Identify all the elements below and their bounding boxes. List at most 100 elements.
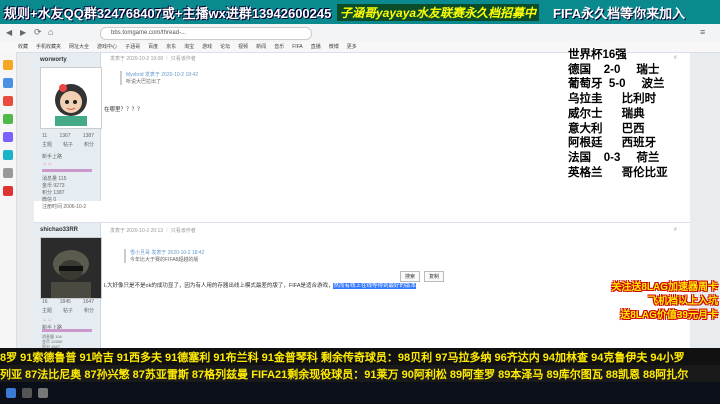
notes-icon[interactable] [3,132,13,142]
bookmark-item[interactable]: 游戏 [202,42,212,52]
stat-points[interactable]: 1647 [83,299,94,305]
stat-label: 帖子 [62,308,73,314]
rank-bar [42,169,92,172]
download-icon[interactable] [3,114,13,124]
bookmark-item[interactable]: 子涵哥 [125,42,140,52]
banner-join-text: FIFA永久档等你来加入 [553,6,686,21]
worldcup-score-panel: 世界杯16强 德国 2-0 瑞士 葡萄牙 5-0 波兰 乌拉圭 比利时 威尔士 … [568,48,720,180]
bookmark-item[interactable]: 新闻 [256,42,266,52]
detail-row: 积分 1387 [42,190,65,196]
detail-row: 微信 0 [42,197,57,203]
banner-league-recruit: 子涵哥yayaya水友联赛永久档招募中 [337,4,540,21]
user-stats-labels: 主题 帖子 积分 [42,307,94,314]
stat-label: 积分 [83,308,94,314]
taskbar [0,382,720,404]
promo-line: 飞机档以上入坑 [648,296,718,307]
score-line: 意大利 巴西 [568,122,645,135]
mail-icon[interactable] [3,150,13,160]
bookmark-item[interactable]: 视频 [238,42,248,52]
address-bar[interactable]: bbs.tomgame.com/thread-... [100,27,312,40]
start-icon[interactable] [6,388,16,398]
ticker-text: 8罗 91索德鲁普 91哈吉 91西多夫 91德塞利 91布兰科 91金普琴科 … [0,352,685,364]
current-player-ticker: 列亚 87法比尼奥 87孙兴慜 87苏亚雷斯 87格列兹曼 FIFA21剩余现役… [0,365,720,382]
bookmark-item[interactable]: 音乐 [274,42,284,52]
refresh-icon[interactable]: ⟳ [34,27,42,38]
bookmark-item[interactable]: 淘宝 [184,42,194,52]
username[interactable]: worworty [40,57,67,63]
score-line: 法国 0-3 荷兰 [568,151,660,164]
score-line: 英格兰 哥伦比亚 [568,166,668,179]
back-icon[interactable]: ◀ [6,28,12,37]
user-rank: 新手上路 [42,154,63,160]
quote-text: 听说大巴拉出了 [126,79,162,85]
post-floor: # [674,227,677,233]
bookmark-item[interactable]: 百度 [148,42,158,52]
bookmark-item[interactable]: 直播 [311,42,321,52]
stat-label: 主题 [42,142,53,148]
menu-icon[interactable]: ≡ [700,27,705,37]
video-icon[interactable] [3,96,13,106]
score-line: 德国 2-0 瑞士 [568,63,660,76]
taskbar-app-icon[interactable] [38,388,48,398]
bookmark-item[interactable]: 更多 [347,42,357,52]
user-stats-values: 11 1367 1387 [42,133,94,139]
bookmark-item[interactable]: 微博 [329,42,339,52]
bookmark-item[interactable]: 收藏 [18,42,28,52]
user-details: 消息量 115 金币 9273 积分 1387 微信 0 注册时间 2006-1… [42,176,86,211]
home-icon[interactable]: ⌂ [48,27,53,37]
quote-block: Myvbrid 发表于 2020-10-2 18:42 听说大巴拉出了 [120,71,198,85]
user-details: 消息量 104 金币 12300 积分 1647 [42,334,62,349]
post-content: 在哪里？？？？ [104,107,143,113]
score-line: 阿根廷 西班牙 [568,137,657,150]
quote-block: 雪小旦哥 发表于 2020-10-2 18:42 今年比大于赛的FIFA8超越的… [124,249,204,263]
stat-posts[interactable]: 1367 [59,133,70,139]
stat-topics[interactable]: 11 [42,133,47,139]
bookmark-item[interactable]: FIFA [292,42,303,52]
rank-stars: ☺☺ [42,317,53,323]
banner-group-info: 规则+水友QQ群324768407或+主播wx进群13942600245 [4,6,332,21]
selected-text[interactable]: 然而有线上在线等得到最好的版本 [333,283,416,289]
browser-toolbar: ◀ ▶ ⟳ ⌂ bbs.tomgame.com/thread-... ≡ [0,24,720,43]
stat-topics[interactable]: 16 [42,299,48,305]
history-icon[interactable] [3,78,13,88]
avatar[interactable] [40,67,102,129]
bookmark-item[interactable]: 京东 [166,42,176,52]
bookmark-item[interactable]: 网址大全 [69,42,89,52]
weibo-icon[interactable] [3,186,13,196]
promo-line: 关注送8LAG加速器周卡 [611,282,718,293]
quote-meta[interactable]: Myvbrid 发表于 2020-10-2 18:42 [126,71,198,78]
post-text: L大好像只是不是ok的成功显了，因为有人用的存器出线上模式最差的版了，FIFA是… [104,283,334,289]
tools-icon[interactable] [3,168,13,178]
detail-row: 金币 9273 [42,183,65,189]
detail-row: 消息量 115 [42,176,67,182]
detail-row: 注册时间 2006-10-2 [42,204,87,210]
forward-icon[interactable]: ▶ [20,28,26,37]
browser-sidebar [0,52,17,348]
promo-overlay: 关注送8LAG加速器周卡 飞机档以上入坑 送8LAG价值39元月卡 [588,281,718,323]
score-line: 葡萄牙 5-0 波兰 [568,78,665,91]
username[interactable]: shichao33RR [40,227,78,233]
user-info-column: shichao33RR 16 1845 1647 主题 帖子 积分 ☺☺ 新手上… [34,223,102,349]
stat-posts[interactable]: 1845 [60,299,71,305]
avatar[interactable] [40,237,102,299]
copy-button[interactable]: 复制 [424,271,445,282]
score-line: 乌拉圭 比利时 [568,93,657,106]
stat-label: 积分 [83,142,94,148]
favorites-icon[interactable] [3,60,13,70]
taskbar-app-icon[interactable] [22,388,32,398]
legend-player-ticker: 8罗 91索德鲁普 91哈吉 91西多夫 91德塞利 91布兰科 91金普琴科 … [0,348,720,365]
bookmark-item[interactable]: 论坛 [220,42,230,52]
bookmark-item[interactable]: 手机收藏夹 [36,42,61,52]
promo-line: 送8LAG价值39元月卡 [620,310,718,321]
stat-points[interactable]: 1387 [83,133,94,139]
quote-meta[interactable]: 雪小旦哥 发表于 2020-10-2 18:42 [130,249,204,256]
post-meta: 发表于 2020-10-2 19:08 ｜ 只看该作者 [110,56,196,62]
user-info-column: worworty 11 1367 1387 主题 帖子 积分 新手上路 ☺☺ 消… [34,53,102,210]
rank-bar [42,329,92,332]
user-stats-labels: 主题 帖子 积分 [42,141,94,148]
stream-banner: 规则+水友QQ群324768407或+主播wx进群13942600245 子涵哥… [0,0,720,24]
bookmark-item[interactable]: 游戏中心 [97,42,117,52]
post-content: L大好像只是不是ok的成功显了，因为有人用的存器出线上模式最差的版了，FIFA是… [104,281,416,289]
stat-label: 主题 [42,308,53,314]
post-meta: 发表于 2020-10-2 20:13 ｜ 只看该作者 [110,228,196,234]
